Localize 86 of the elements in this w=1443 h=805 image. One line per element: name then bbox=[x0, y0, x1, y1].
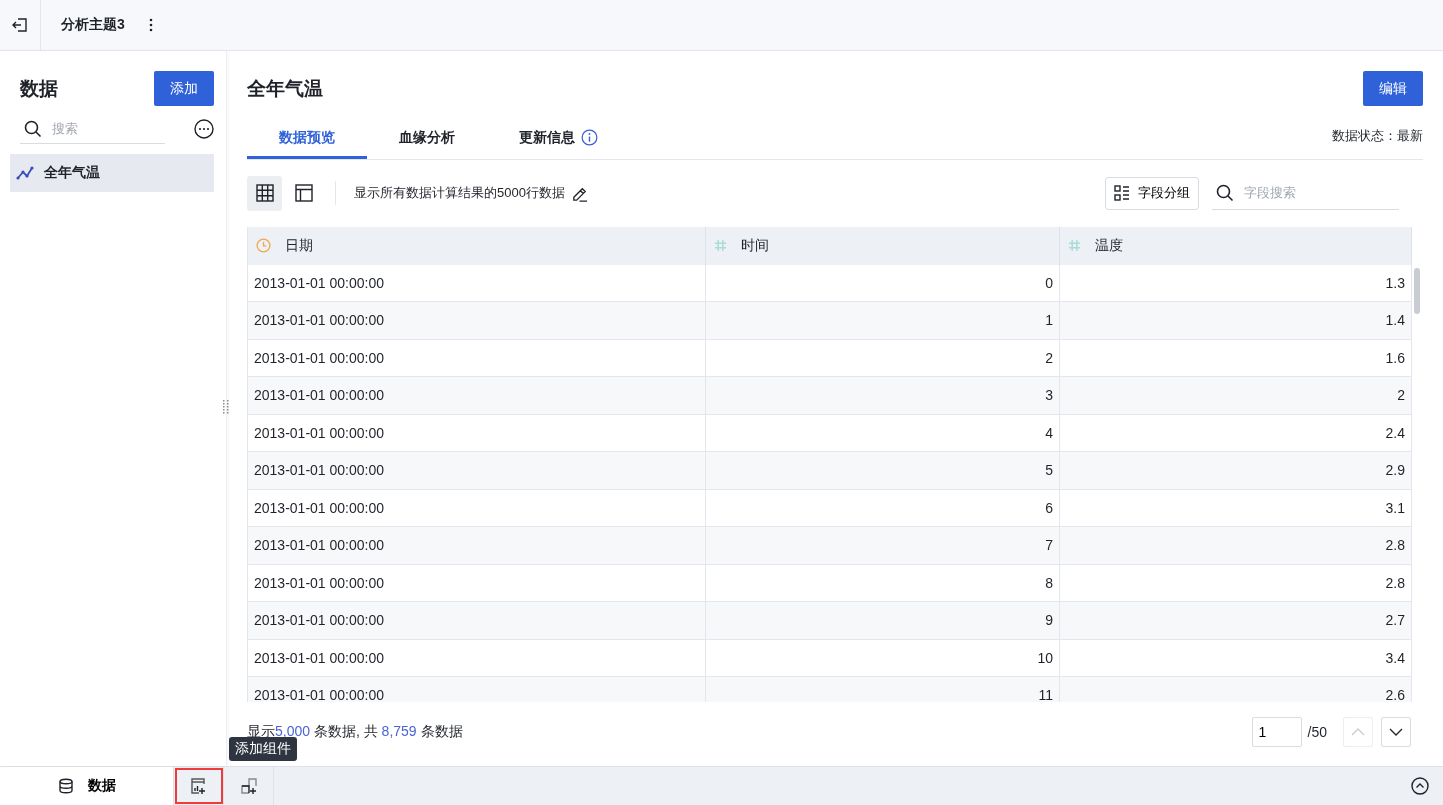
chevron-up-circle-icon bbox=[1411, 777, 1429, 795]
column-header[interactable]: 温度 bbox=[1060, 227, 1412, 265]
add-button[interactable]: 添加 bbox=[154, 71, 214, 106]
dataset-label: 全年气温 bbox=[44, 164, 100, 182]
preview-note: 显示所有数据计算结果的5000行数据 bbox=[354, 184, 565, 202]
edit-button[interactable]: 编辑 bbox=[1363, 71, 1423, 106]
scrollbar-thumb[interactable] bbox=[1414, 268, 1420, 314]
tab[interactable]: 血缘分析 bbox=[367, 119, 487, 159]
table-cell: 6 bbox=[706, 489, 1060, 527]
table-cell: 1 bbox=[706, 302, 1060, 340]
table-cell: 2013-01-01 00:00:00 bbox=[248, 377, 706, 415]
clock-icon bbox=[256, 238, 271, 254]
line-chart-icon bbox=[16, 166, 34, 180]
chevron-down-icon bbox=[1389, 728, 1403, 736]
bottom-tab[interactable] bbox=[174, 767, 224, 805]
table-cell: 2013-01-01 00:00:00 bbox=[248, 339, 706, 377]
hash-icon bbox=[714, 239, 727, 253]
list-icon bbox=[1114, 185, 1130, 201]
search-icon bbox=[24, 119, 42, 138]
table-cell: 2.6 bbox=[1060, 677, 1412, 702]
view-toggle-button[interactable] bbox=[247, 175, 282, 211]
search-icon bbox=[1216, 183, 1234, 202]
table-cell: 2013-01-01 00:00:00 bbox=[248, 527, 706, 565]
table-cell: 2013-01-01 00:00:00 bbox=[248, 302, 706, 340]
column-label: 时间 bbox=[741, 236, 769, 255]
data-status: 数据状态：最新 bbox=[1332, 127, 1423, 145]
table-cell: 2013-01-01 00:00:00 bbox=[248, 489, 706, 527]
table-cell: 2.7 bbox=[1060, 602, 1412, 640]
search-field[interactable]: 搜索 bbox=[50, 120, 150, 137]
table-cell: 2 bbox=[1060, 377, 1412, 415]
table-cell: 2013-01-01 00:00:00 bbox=[248, 564, 706, 602]
table-cell: 4 bbox=[706, 414, 1060, 452]
more-icon bbox=[148, 18, 153, 32]
table-cell: 2 bbox=[706, 339, 1060, 377]
table-cell: 7 bbox=[706, 527, 1060, 565]
table-cell: 11 bbox=[706, 677, 1060, 702]
page-total: /50 bbox=[1307, 724, 1327, 740]
table-cell: 2013-01-01 00:00:00 bbox=[248, 602, 706, 640]
column-header[interactable]: 日期 bbox=[248, 227, 706, 265]
bottom-tab[interactable]: 数据 bbox=[0, 767, 174, 805]
table-cell: 5 bbox=[706, 452, 1060, 490]
column-label: 日期 bbox=[285, 236, 313, 255]
add-layout-icon bbox=[239, 777, 258, 795]
table-cell: 2.4 bbox=[1060, 414, 1412, 452]
expand-button[interactable] bbox=[1411, 777, 1429, 795]
column-label: 温度 bbox=[1095, 236, 1123, 255]
grid-icon bbox=[255, 184, 274, 202]
page-input[interactable]: 1 bbox=[1251, 717, 1302, 747]
database-icon bbox=[57, 778, 74, 794]
table-cell: 1.3 bbox=[1060, 264, 1412, 302]
more-options-icon[interactable] bbox=[194, 119, 214, 139]
table-cell: 10 bbox=[706, 639, 1060, 677]
table-cell: 0 bbox=[706, 264, 1060, 302]
add-chart-icon bbox=[189, 777, 208, 795]
table-cell: 3 bbox=[706, 377, 1060, 415]
table-cell: 3.4 bbox=[1060, 639, 1412, 677]
exit-icon bbox=[12, 17, 28, 33]
table-cell: 1.6 bbox=[1060, 339, 1412, 377]
layout-icon bbox=[294, 184, 313, 202]
table-cell: 2013-01-01 00:00:00 bbox=[248, 639, 706, 677]
dataset-title: 全年气温 bbox=[247, 76, 323, 101]
table-cell: 2.8 bbox=[1060, 564, 1412, 602]
hash-icon bbox=[1068, 239, 1081, 253]
resize-handle[interactable] bbox=[223, 399, 229, 415]
table-cell: 8 bbox=[706, 564, 1060, 602]
table-cell: 9 bbox=[706, 602, 1060, 640]
table-cell: 2013-01-01 00:00:00 bbox=[248, 414, 706, 452]
chevron-up-icon bbox=[1351, 728, 1365, 736]
column-header[interactable]: 时间 bbox=[706, 227, 1060, 265]
table-cell: 3.1 bbox=[1060, 489, 1412, 527]
next-page-button[interactable] bbox=[1381, 717, 1411, 747]
tab[interactable]: 数据预览 bbox=[247, 119, 367, 159]
table-cell: 2013-01-01 00:00:00 bbox=[248, 264, 706, 302]
topic-title: 分析主题3 bbox=[61, 16, 125, 34]
dataset-item[interactable]: 全年气温 bbox=[10, 154, 214, 192]
tooltip: 添加组件 bbox=[229, 737, 297, 761]
table-cell: 2.9 bbox=[1060, 452, 1412, 490]
table-cell: 2.8 bbox=[1060, 527, 1412, 565]
info-icon[interactable] bbox=[581, 129, 598, 146]
sidebar-title: 数据 bbox=[20, 76, 58, 101]
field-group-button[interactable]: 字段分组 bbox=[1105, 176, 1199, 210]
table-cell: 1.4 bbox=[1060, 302, 1412, 340]
table-cell: 2013-01-01 00:00:00 bbox=[248, 452, 706, 490]
table-cell: 2013-01-01 00:00:00 bbox=[248, 677, 706, 702]
tab[interactable]: 更新信息 bbox=[487, 119, 630, 159]
field-search[interactable]: 字段搜索 bbox=[1242, 184, 1342, 201]
